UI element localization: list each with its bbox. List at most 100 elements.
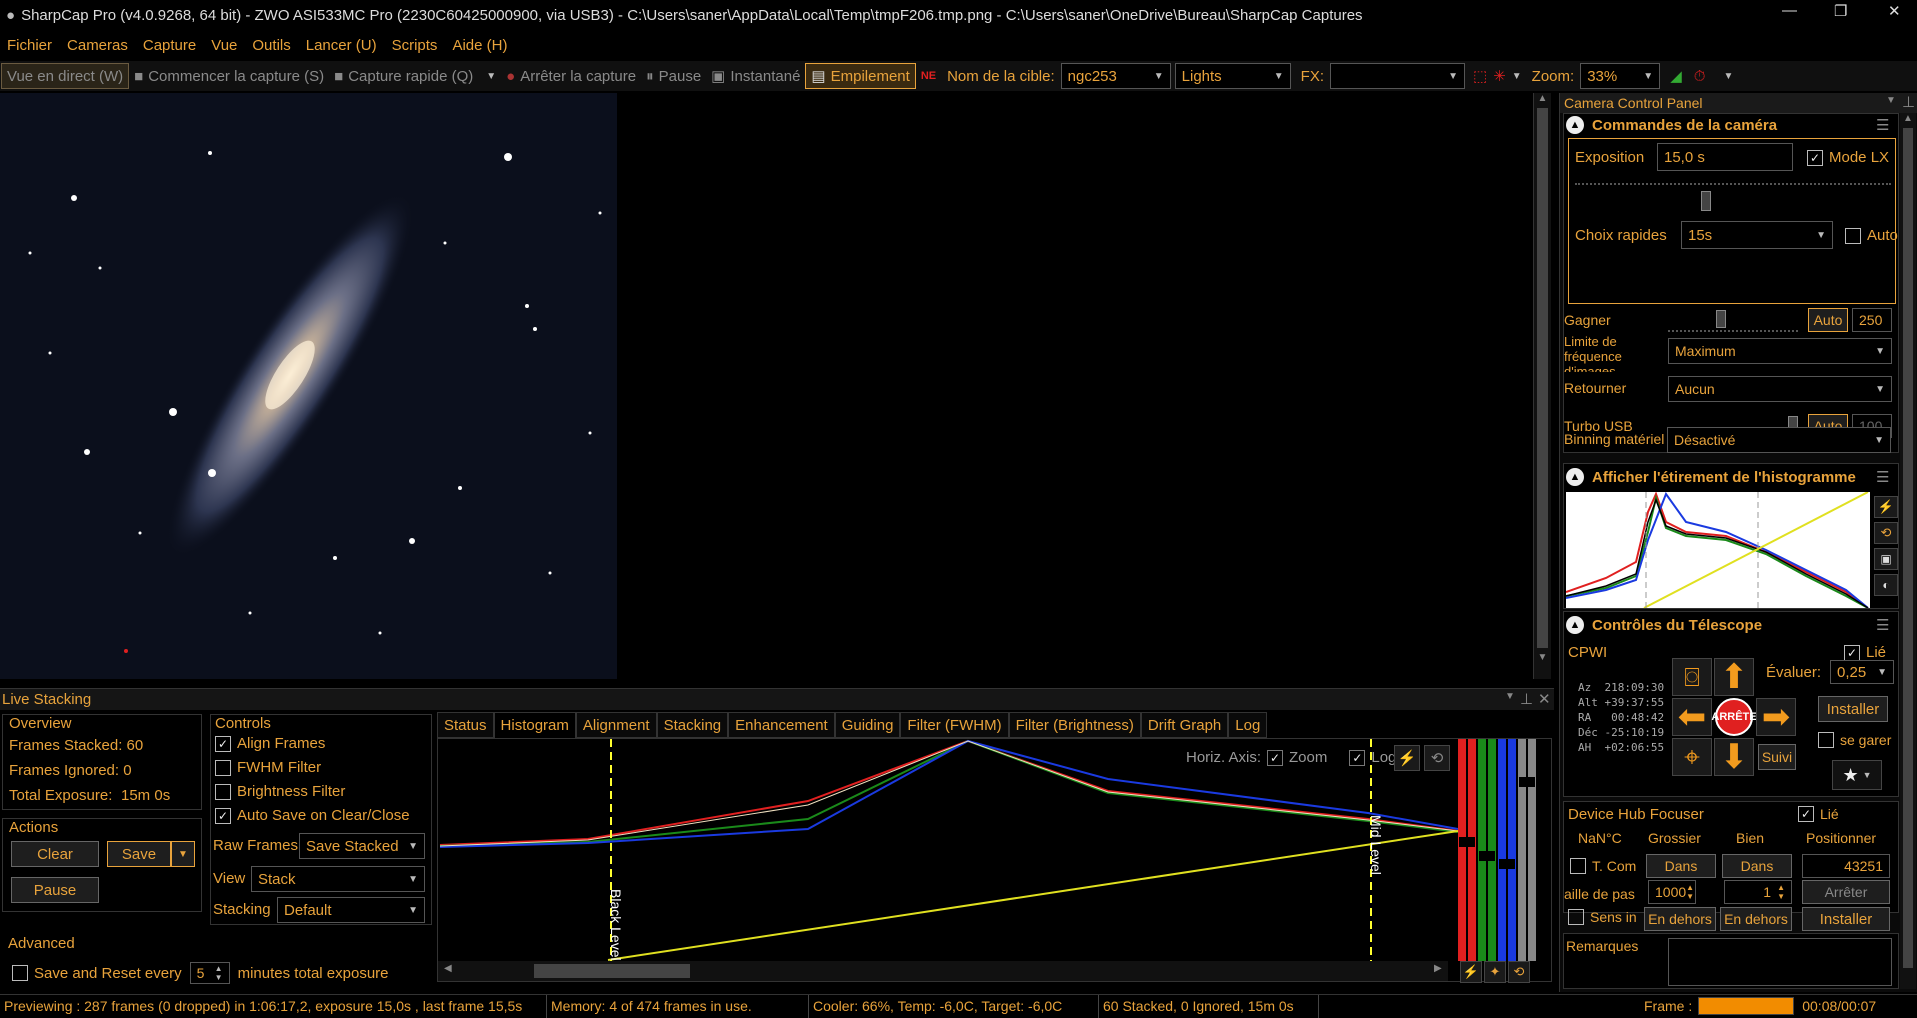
histogram-stretch-header[interactable]: ▲ Afficher l'étirement de l'histogramme [1566,468,1856,486]
tab-filter-brightness[interactable]: Filter (Brightness) [1008,712,1141,738]
focuser-stop-button[interactable]: Arrêter [1802,880,1890,904]
park-checkbox[interactable] [1818,732,1834,748]
coarse-in-button[interactable]: Dans [1646,854,1716,878]
focuser-position-input[interactable]: 43251 [1802,854,1890,878]
frame-type-select[interactable]: Lights ▼ [1174,63,1291,89]
collapse-icon[interactable]: ▲ [1566,468,1584,486]
auto-stretch-button[interactable]: ⚡ [1874,496,1898,518]
clear-button[interactable]: Clear [11,841,99,867]
minimize-button[interactable]: — [1782,2,1797,19]
auto-save-checkbox[interactable]: ✓ [215,807,231,824]
chevron-down-icon[interactable]: ▼ [486,71,496,82]
exposure-input[interactable]: 15,0 s [1657,143,1793,171]
pause-button[interactable]: ⏸ Pause [641,63,706,89]
menu-cameras[interactable]: Cameras [67,37,128,54]
scroll-up-icon[interactable]: ▲ [1900,113,1916,124]
histogram-panel[interactable]: Black Level Mid Level Horiz. Axis: ✓ Zoo… [437,738,1552,983]
fx-select[interactable]: ▼ [1330,63,1465,89]
histogram-icon[interactable]: ◢ [1670,67,1682,85]
pin-icon[interactable]: ⊥ [1520,690,1533,708]
notes-input[interactable] [1668,938,1892,986]
tab-stacking[interactable]: Stacking [656,712,729,738]
zoom-checkbox[interactable]: ✓ [1267,749,1284,766]
pin-icon[interactable]: ⊥ [1902,93,1915,111]
view-select[interactable]: Stack ▼ [251,866,425,892]
focuser-linked-checkbox[interactable]: ✓ [1798,806,1814,822]
center-target-button[interactable]: ⌖ [1672,738,1712,776]
reset-button[interactable]: ⟲ [1424,745,1450,771]
live-view-button[interactable]: Vue en direct (W) [1,63,130,89]
menu-file[interactable]: Fichier [7,37,52,54]
menu-icon[interactable]: ☰ [1876,116,1889,134]
reverse-checkbox[interactable] [1568,909,1584,925]
new-target-button[interactable]: NE [916,63,941,89]
collapse-icon[interactable]: ▲ [1566,116,1584,134]
menu-help[interactable]: Aide (H) [452,37,507,54]
focuser-install-button[interactable]: Installer [1802,907,1890,931]
menu-icon[interactable]: ☰ [1876,616,1889,634]
stacking-button[interactable]: ▤ Empilement [805,63,916,89]
channel-auto-button[interactable]: ⚡ [1460,961,1482,983]
quick-choice-select[interactable]: 15s ▼ [1681,221,1833,249]
histogram-hscrollbar[interactable]: ◀ ▶ [438,961,1448,981]
move-west-button[interactable]: ⬅ [1672,698,1712,736]
move-south-button[interactable]: ⬇ [1714,738,1754,776]
close-button[interactable]: ✕ [1888,2,1901,20]
gain-input[interactable]: 250 [1852,308,1892,332]
exposure-slider[interactable] [1575,183,1891,213]
menu-view[interactable]: Vue [211,37,237,54]
collapse-icon[interactable]: ▲ [1566,616,1584,634]
stepper-icon[interactable]: ▲ ▼ [215,964,223,982]
raw-frames-select[interactable]: Save Stacked ▼ [299,833,425,859]
fine-out-button[interactable]: En dehors [1720,907,1792,931]
save-button[interactable]: Save [107,841,171,867]
stacking-mode-select[interactable]: Default ▼ [277,897,425,923]
scroll-up-icon[interactable]: ▲ [1534,93,1551,104]
zoom-select[interactable]: 33% ▼ [1580,63,1661,89]
mount-install-button[interactable]: Installer [1818,696,1888,722]
select-area-icon[interactable]: ⬚ [1473,67,1487,85]
timer-icon[interactable]: ⏱ [1694,68,1706,85]
slider-thumb[interactable] [1716,310,1726,328]
save-options-button[interactable]: ▼ [171,841,195,867]
scroll-right-icon[interactable]: ▶ [1434,963,1442,974]
scroll-thumb[interactable] [534,964,690,978]
telescope-header[interactable]: ▲ Contrôles du Télescope [1566,616,1762,634]
scroll-down-icon[interactable]: ▼ [1534,652,1551,663]
brightness-filter-checkbox[interactable] [215,783,231,800]
step-size-input[interactable]: 1000 ▲ ▼ [1648,880,1696,904]
crosshair-icon[interactable]: ✳ [1493,67,1506,85]
viewer-scrollbar[interactable]: ▲ ▼ [1533,93,1551,679]
tab-log[interactable]: Log [1228,712,1268,738]
tab-histogram[interactable]: Histogram [493,712,576,738]
reset-stretch-button[interactable]: ⟲ [1874,522,1898,544]
binning-select[interactable]: Désactivé ▼ [1667,427,1891,453]
target-select[interactable]: ngc253 ▼ [1060,63,1171,89]
menu-tools[interactable]: Outils [252,37,290,54]
chevron-down-icon[interactable]: ▼ [1886,95,1896,106]
gain-slider[interactable] [1668,308,1798,332]
move-north-button[interactable]: ⬆ [1714,658,1754,696]
maximize-button[interactable]: ❐ [1834,2,1847,20]
save-reset-input[interactable]: 5 ▲ ▼ [189,962,230,984]
close-icon[interactable]: ✕ [1538,690,1551,708]
gain-auto-button[interactable]: Auto [1808,308,1848,332]
tab-drift-graph[interactable]: Drift Graph [1140,712,1229,738]
stepper-icon[interactable]: ▲ ▼ [1777,883,1785,901]
fwhm-filter-checkbox[interactable] [215,759,231,776]
tab-filter-fwhm[interactable]: Filter (FWHM) [900,712,1009,738]
rate-select[interactable]: 0,25 ▼ [1830,660,1894,684]
channel-reset-button[interactable]: ⟲ [1508,961,1530,983]
ccp-scrollbar[interactable]: ▲ [1900,113,1916,989]
scroll-thumb[interactable] [1903,128,1913,968]
tab-alignment[interactable]: Alignment [575,712,657,738]
snapshot-button[interactable]: ▣ Instantané [706,63,805,89]
menu-launch[interactable]: Lancer (U) [306,37,377,54]
align-frames-checkbox[interactable]: ✓ [215,735,231,752]
contrast-button[interactable]: ◐ [1874,574,1898,596]
coarse-out-button[interactable]: En dehors [1644,907,1716,931]
flip-select[interactable]: Aucun ▼ [1668,376,1892,402]
chevron-down-icon[interactable]: ▼ [1505,691,1515,702]
tab-guiding[interactable]: Guiding [834,712,901,738]
menu-capture[interactable]: Capture [143,37,196,54]
